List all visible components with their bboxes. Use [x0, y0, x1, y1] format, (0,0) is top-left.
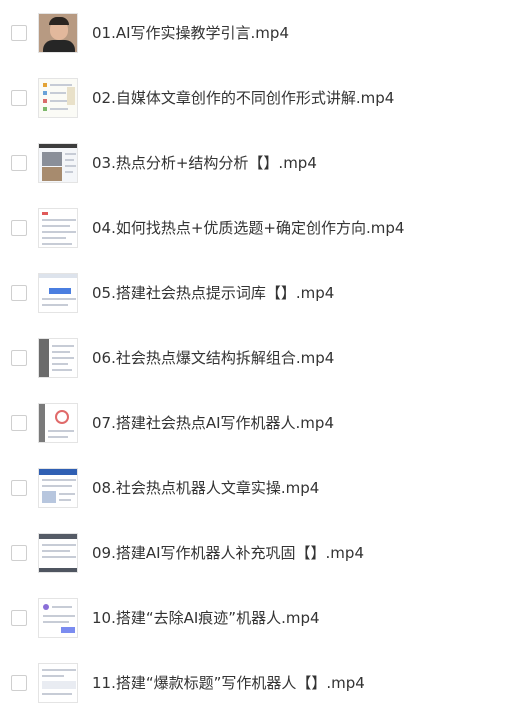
- select-checkbox[interactable]: [11, 220, 27, 236]
- select-checkbox[interactable]: [11, 25, 27, 41]
- file-name[interactable]: 05.搭建社会热点提示词库【】.mp4: [92, 284, 334, 302]
- file-name[interactable]: 08.社会热点机器人文章实操.mp4: [92, 479, 319, 497]
- video-thumbnail[interactable]: [38, 208, 78, 248]
- file-name[interactable]: 01.AI写作实操教学引言.mp4: [92, 24, 289, 42]
- file-name[interactable]: 02.自媒体文章创作的不同创作形式讲解.mp4: [92, 89, 394, 107]
- video-thumbnail[interactable]: [38, 403, 78, 443]
- select-checkbox[interactable]: [11, 350, 27, 366]
- video-thumbnail[interactable]: [38, 273, 78, 313]
- file-name[interactable]: 03.热点分析+结构分析【】.mp4: [92, 154, 317, 172]
- list-item[interactable]: 09.搭建AI写作机器人补充巩固【】.mp4: [0, 520, 520, 585]
- select-checkbox[interactable]: [11, 480, 27, 496]
- video-thumbnail[interactable]: [38, 338, 78, 378]
- list-item[interactable]: 10.搭建“去除AI痕迹”机器人.mp4: [0, 585, 520, 650]
- video-thumbnail[interactable]: [38, 598, 78, 638]
- list-item[interactable]: 02.自媒体文章创作的不同创作形式讲解.mp4: [0, 65, 520, 130]
- select-checkbox[interactable]: [11, 675, 27, 691]
- select-checkbox[interactable]: [11, 610, 27, 626]
- list-item[interactable]: 11.搭建“爆款标题”写作机器人【】.mp4: [0, 650, 520, 715]
- list-item[interactable]: 07.搭建社会热点AI写作机器人.mp4: [0, 390, 520, 455]
- select-checkbox[interactable]: [11, 90, 27, 106]
- select-checkbox[interactable]: [11, 545, 27, 561]
- file-name[interactable]: 04.如何找热点+优质选题+确定创作方向.mp4: [92, 219, 404, 237]
- file-name[interactable]: 09.搭建AI写作机器人补充巩固【】.mp4: [92, 544, 364, 562]
- list-item[interactable]: 05.搭建社会热点提示词库【】.mp4: [0, 260, 520, 325]
- video-thumbnail[interactable]: [38, 13, 78, 53]
- list-item[interactable]: 04.如何找热点+优质选题+确定创作方向.mp4: [0, 195, 520, 260]
- file-name[interactable]: 11.搭建“爆款标题”写作机器人【】.mp4: [92, 674, 365, 692]
- file-name[interactable]: 06.社会热点爆文结构拆解组合.mp4: [92, 349, 334, 367]
- video-thumbnail[interactable]: [38, 78, 78, 118]
- file-name[interactable]: 10.搭建“去除AI痕迹”机器人.mp4: [92, 609, 320, 627]
- select-checkbox[interactable]: [11, 155, 27, 171]
- list-item[interactable]: 01.AI写作实操教学引言.mp4: [0, 0, 520, 65]
- select-checkbox[interactable]: [11, 415, 27, 431]
- video-thumbnail[interactable]: [38, 663, 78, 703]
- video-thumbnail[interactable]: [38, 143, 78, 183]
- list-item[interactable]: 08.社会热点机器人文章实操.mp4: [0, 455, 520, 520]
- list-item[interactable]: 06.社会热点爆文结构拆解组合.mp4: [0, 325, 520, 390]
- file-name[interactable]: 07.搭建社会热点AI写作机器人.mp4: [92, 414, 334, 432]
- select-checkbox[interactable]: [11, 285, 27, 301]
- list-item[interactable]: 03.热点分析+结构分析【】.mp4: [0, 130, 520, 195]
- video-thumbnail[interactable]: [38, 468, 78, 508]
- video-thumbnail[interactable]: [38, 533, 78, 573]
- file-list: 01.AI写作实操教学引言.mp4 02.自媒体文章创作的不同创作形式讲解.mp…: [0, 0, 520, 703]
